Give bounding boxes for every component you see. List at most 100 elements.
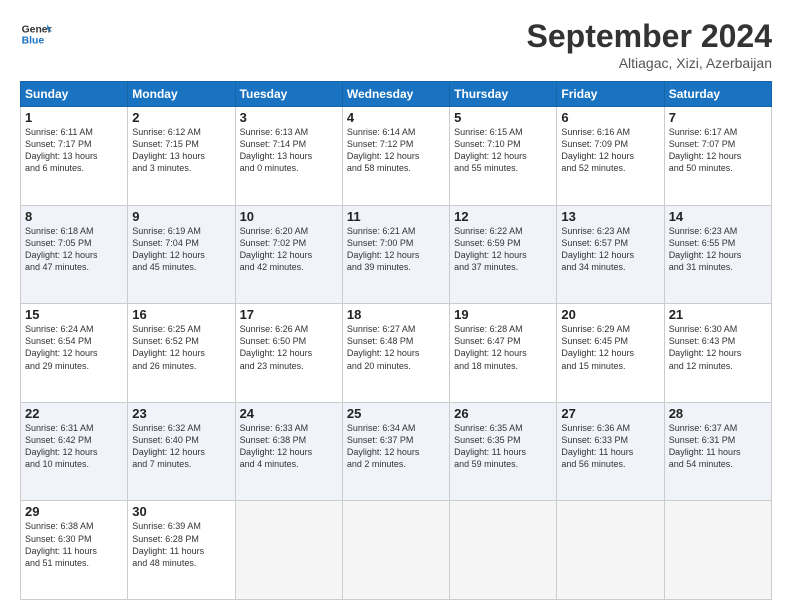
day-cell: 19Sunrise: 6:28 AM Sunset: 6:47 PM Dayli… <box>450 304 557 403</box>
day-cell: 4Sunrise: 6:14 AM Sunset: 7:12 PM Daylig… <box>342 107 449 206</box>
day-number: 4 <box>347 110 445 125</box>
day-info: Sunrise: 6:23 AM Sunset: 6:55 PM Dayligh… <box>669 225 767 274</box>
day-cell: 24Sunrise: 6:33 AM Sunset: 6:38 PM Dayli… <box>235 402 342 501</box>
day-number: 6 <box>561 110 659 125</box>
day-info: Sunrise: 6:15 AM Sunset: 7:10 PM Dayligh… <box>454 126 552 175</box>
day-info: Sunrise: 6:12 AM Sunset: 7:15 PM Dayligh… <box>132 126 230 175</box>
day-cell: 11Sunrise: 6:21 AM Sunset: 7:00 PM Dayli… <box>342 205 449 304</box>
weekday-header-saturday: Saturday <box>664 82 771 107</box>
weekday-header-monday: Monday <box>128 82 235 107</box>
day-cell: 25Sunrise: 6:34 AM Sunset: 6:37 PM Dayli… <box>342 402 449 501</box>
day-cell: 30Sunrise: 6:39 AM Sunset: 6:28 PM Dayli… <box>128 501 235 600</box>
day-number: 17 <box>240 307 338 322</box>
svg-text:Blue: Blue <box>22 36 45 47</box>
day-cell: 2Sunrise: 6:12 AM Sunset: 7:15 PM Daylig… <box>128 107 235 206</box>
day-info: Sunrise: 6:29 AM Sunset: 6:45 PM Dayligh… <box>561 323 659 372</box>
weekday-header-wednesday: Wednesday <box>342 82 449 107</box>
day-cell: 6Sunrise: 6:16 AM Sunset: 7:09 PM Daylig… <box>557 107 664 206</box>
day-cell: 3Sunrise: 6:13 AM Sunset: 7:14 PM Daylig… <box>235 107 342 206</box>
day-number: 15 <box>25 307 123 322</box>
day-cell: 8Sunrise: 6:18 AM Sunset: 7:05 PM Daylig… <box>21 205 128 304</box>
week-row-2: 8Sunrise: 6:18 AM Sunset: 7:05 PM Daylig… <box>21 205 772 304</box>
day-info: Sunrise: 6:21 AM Sunset: 7:00 PM Dayligh… <box>347 225 445 274</box>
weekday-header-tuesday: Tuesday <box>235 82 342 107</box>
day-info: Sunrise: 6:14 AM Sunset: 7:12 PM Dayligh… <box>347 126 445 175</box>
page: General Blue September 2024 Altiagac, Xi… <box>0 0 792 612</box>
weekday-header-thursday: Thursday <box>450 82 557 107</box>
calendar-table: SundayMondayTuesdayWednesdayThursdayFrid… <box>20 81 772 600</box>
day-info: Sunrise: 6:19 AM Sunset: 7:04 PM Dayligh… <box>132 225 230 274</box>
day-cell: 26Sunrise: 6:35 AM Sunset: 6:35 PM Dayli… <box>450 402 557 501</box>
day-number: 2 <box>132 110 230 125</box>
calendar-header: SundayMondayTuesdayWednesdayThursdayFrid… <box>21 82 772 107</box>
day-number: 7 <box>669 110 767 125</box>
day-cell <box>664 501 771 600</box>
day-cell <box>342 501 449 600</box>
day-cell: 10Sunrise: 6:20 AM Sunset: 7:02 PM Dayli… <box>235 205 342 304</box>
logo-icon: General Blue <box>20 18 52 50</box>
day-number: 25 <box>347 406 445 421</box>
day-info: Sunrise: 6:35 AM Sunset: 6:35 PM Dayligh… <box>454 422 552 471</box>
day-cell: 15Sunrise: 6:24 AM Sunset: 6:54 PM Dayli… <box>21 304 128 403</box>
week-row-5: 29Sunrise: 6:38 AM Sunset: 6:30 PM Dayli… <box>21 501 772 600</box>
day-number: 5 <box>454 110 552 125</box>
day-info: Sunrise: 6:17 AM Sunset: 7:07 PM Dayligh… <box>669 126 767 175</box>
day-info: Sunrise: 6:11 AM Sunset: 7:17 PM Dayligh… <box>25 126 123 175</box>
day-number: 1 <box>25 110 123 125</box>
day-cell: 9Sunrise: 6:19 AM Sunset: 7:04 PM Daylig… <box>128 205 235 304</box>
day-cell: 12Sunrise: 6:22 AM Sunset: 6:59 PM Dayli… <box>450 205 557 304</box>
day-cell: 27Sunrise: 6:36 AM Sunset: 6:33 PM Dayli… <box>557 402 664 501</box>
day-number: 24 <box>240 406 338 421</box>
week-row-3: 15Sunrise: 6:24 AM Sunset: 6:54 PM Dayli… <box>21 304 772 403</box>
day-number: 21 <box>669 307 767 322</box>
weekday-row: SundayMondayTuesdayWednesdayThursdayFrid… <box>21 82 772 107</box>
day-number: 11 <box>347 209 445 224</box>
day-info: Sunrise: 6:39 AM Sunset: 6:28 PM Dayligh… <box>132 520 230 569</box>
day-number: 16 <box>132 307 230 322</box>
day-cell: 1Sunrise: 6:11 AM Sunset: 7:17 PM Daylig… <box>21 107 128 206</box>
day-number: 13 <box>561 209 659 224</box>
day-number: 12 <box>454 209 552 224</box>
day-number: 18 <box>347 307 445 322</box>
day-info: Sunrise: 6:28 AM Sunset: 6:47 PM Dayligh… <box>454 323 552 372</box>
day-number: 19 <box>454 307 552 322</box>
weekday-header-sunday: Sunday <box>21 82 128 107</box>
day-cell: 21Sunrise: 6:30 AM Sunset: 6:43 PM Dayli… <box>664 304 771 403</box>
day-info: Sunrise: 6:23 AM Sunset: 6:57 PM Dayligh… <box>561 225 659 274</box>
day-info: Sunrise: 6:38 AM Sunset: 6:30 PM Dayligh… <box>25 520 123 569</box>
day-info: Sunrise: 6:16 AM Sunset: 7:09 PM Dayligh… <box>561 126 659 175</box>
logo: General Blue <box>20 18 52 50</box>
weekday-header-friday: Friday <box>557 82 664 107</box>
day-info: Sunrise: 6:31 AM Sunset: 6:42 PM Dayligh… <box>25 422 123 471</box>
day-number: 3 <box>240 110 338 125</box>
day-info: Sunrise: 6:32 AM Sunset: 6:40 PM Dayligh… <box>132 422 230 471</box>
day-cell <box>235 501 342 600</box>
day-info: Sunrise: 6:37 AM Sunset: 6:31 PM Dayligh… <box>669 422 767 471</box>
day-number: 26 <box>454 406 552 421</box>
week-row-1: 1Sunrise: 6:11 AM Sunset: 7:17 PM Daylig… <box>21 107 772 206</box>
day-info: Sunrise: 6:20 AM Sunset: 7:02 PM Dayligh… <box>240 225 338 274</box>
day-number: 20 <box>561 307 659 322</box>
day-number: 23 <box>132 406 230 421</box>
day-cell <box>557 501 664 600</box>
day-cell: 16Sunrise: 6:25 AM Sunset: 6:52 PM Dayli… <box>128 304 235 403</box>
day-info: Sunrise: 6:18 AM Sunset: 7:05 PM Dayligh… <box>25 225 123 274</box>
day-number: 14 <box>669 209 767 224</box>
day-cell: 17Sunrise: 6:26 AM Sunset: 6:50 PM Dayli… <box>235 304 342 403</box>
day-info: Sunrise: 6:36 AM Sunset: 6:33 PM Dayligh… <box>561 422 659 471</box>
day-info: Sunrise: 6:34 AM Sunset: 6:37 PM Dayligh… <box>347 422 445 471</box>
day-info: Sunrise: 6:27 AM Sunset: 6:48 PM Dayligh… <box>347 323 445 372</box>
day-info: Sunrise: 6:25 AM Sunset: 6:52 PM Dayligh… <box>132 323 230 372</box>
day-number: 9 <box>132 209 230 224</box>
day-info: Sunrise: 6:22 AM Sunset: 6:59 PM Dayligh… <box>454 225 552 274</box>
day-info: Sunrise: 6:30 AM Sunset: 6:43 PM Dayligh… <box>669 323 767 372</box>
day-cell: 29Sunrise: 6:38 AM Sunset: 6:30 PM Dayli… <box>21 501 128 600</box>
day-info: Sunrise: 6:26 AM Sunset: 6:50 PM Dayligh… <box>240 323 338 372</box>
title-block: September 2024 Altiagac, Xizi, Azerbaija… <box>527 18 772 71</box>
day-number: 30 <box>132 504 230 519</box>
day-cell: 7Sunrise: 6:17 AM Sunset: 7:07 PM Daylig… <box>664 107 771 206</box>
day-info: Sunrise: 6:33 AM Sunset: 6:38 PM Dayligh… <box>240 422 338 471</box>
location-subtitle: Altiagac, Xizi, Azerbaijan <box>527 55 772 71</box>
month-title: September 2024 <box>527 18 772 55</box>
day-cell: 28Sunrise: 6:37 AM Sunset: 6:31 PM Dayli… <box>664 402 771 501</box>
